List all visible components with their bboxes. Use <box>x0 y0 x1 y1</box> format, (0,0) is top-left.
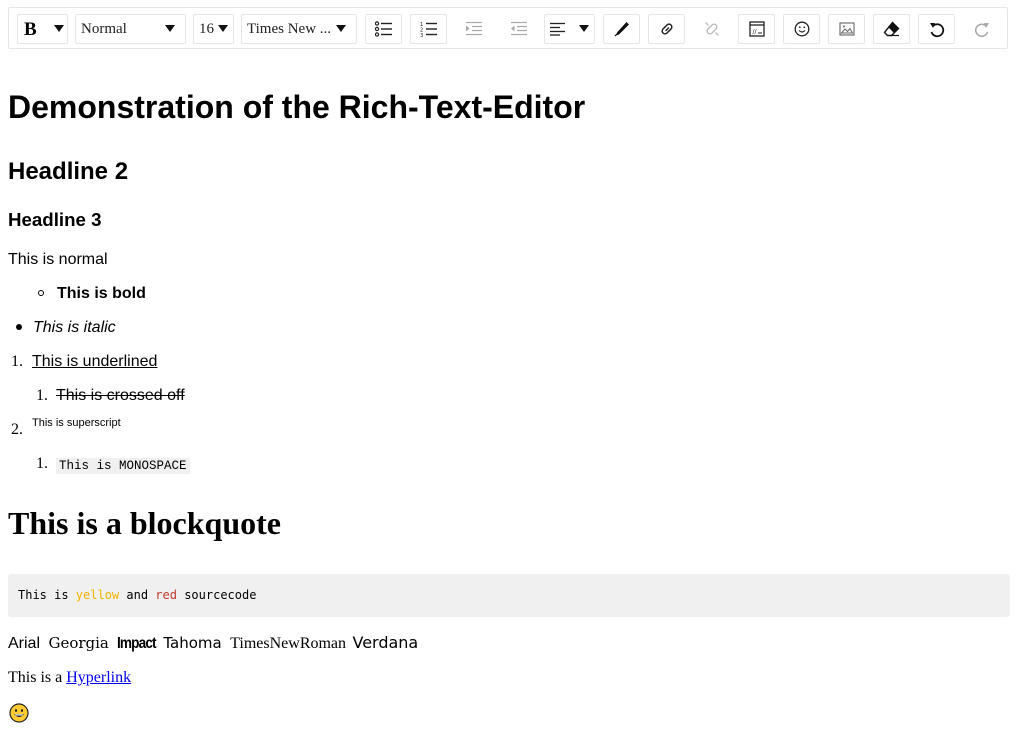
hyperlink[interactable]: Hyperlink <box>66 669 131 686</box>
normal-paragraph: This is normal <box>8 251 108 268</box>
redo-button[interactable] <box>963 14 1000 44</box>
code-text: sourcecode <box>176 588 257 602</box>
bold-icon: B <box>24 19 37 40</box>
heading-3: Headline 3 <box>8 209 102 230</box>
format-value: Normal <box>81 21 127 37</box>
font-sample-impact: Impact <box>117 635 157 652</box>
disc-bullet-icon <box>16 324 22 330</box>
outdent-icon <box>510 21 527 36</box>
svg-text://: // <box>752 29 757 36</box>
font-sample-verdana: Verdana <box>352 633 419 652</box>
align-left-icon <box>550 22 565 36</box>
code-block-button[interactable]: // <box>738 14 775 44</box>
font-sample-arial: Arial <box>8 635 41 652</box>
bold-list-item: This is bold <box>57 285 146 302</box>
chevron-down-icon <box>54 25 64 32</box>
font-sample-times: TimesNewRoman <box>230 635 347 652</box>
unlink-icon <box>704 22 719 36</box>
code-text: and <box>119 588 156 602</box>
font-size-dropdown[interactable]: 16 <box>193 14 234 44</box>
eraser-icon <box>883 21 900 37</box>
grinning-face-icon <box>9 703 29 723</box>
insert-image-button[interactable] <box>828 14 865 44</box>
font-size-value: 16 <box>199 21 214 37</box>
outdent-button[interactable] <box>500 14 537 44</box>
hyperlink-paragraph: This is a Hyperlink <box>8 669 131 687</box>
unordered-list-button[interactable] <box>365 14 402 44</box>
emoji-icon <box>794 21 809 37</box>
list-number: 1. <box>11 353 23 370</box>
font-family-dropdown[interactable]: Times New ... <box>241 14 357 44</box>
svg-text:3: 3 <box>420 33 423 37</box>
emoji-button[interactable] <box>783 14 820 44</box>
code-red-text: red <box>155 588 177 602</box>
indent-icon <box>465 21 482 36</box>
ordered-list-icon: 123 <box>420 22 437 37</box>
font-sample-georgia: Georgia <box>48 634 109 652</box>
heading-1: Demonstration of the Rich-Text-Editor <box>8 89 586 125</box>
crossed-list-item: This is crossed off <box>56 387 185 404</box>
pencil-icon <box>614 22 629 37</box>
ordered-list-button[interactable]: 123 <box>410 14 447 44</box>
monospace-text: This is MONOSPACE <box>56 458 190 474</box>
chevron-down-icon <box>165 25 175 32</box>
monospace-list-item: This is MONOSPACE <box>56 456 190 474</box>
chevron-down-icon <box>218 25 228 32</box>
insert-link-button[interactable] <box>648 14 685 44</box>
undo-button[interactable] <box>918 14 955 44</box>
code-yellow-text: yellow <box>75 588 120 602</box>
editor-toolbar: B Normal 16 Times New ... 123 // <box>8 7 1008 49</box>
blockquote: This is a blockquote <box>8 505 281 541</box>
link-icon <box>660 23 673 35</box>
chevron-down-icon <box>336 25 346 32</box>
code-text: This is <box>18 588 76 602</box>
list-number: 1. <box>36 455 48 472</box>
code-block: This is yellow and red sourcecode <box>8 574 1010 617</box>
redo-icon <box>974 22 989 37</box>
format-dropdown[interactable]: Normal <box>75 14 186 44</box>
list-number: 1. <box>36 387 48 404</box>
heading-2: Headline 2 <box>8 158 129 185</box>
code-block-icon: // <box>748 21 765 37</box>
indent-button[interactable] <box>455 14 492 44</box>
remove-link-button[interactable] <box>693 14 730 44</box>
clear-format-button[interactable] <box>873 14 910 44</box>
font-sample-tahoma: Tahoma <box>163 634 222 652</box>
hyperlink-prefix: This is a <box>8 669 67 686</box>
underlined-list-item: This is underlined <box>32 353 158 370</box>
unordered-list-icon <box>374 21 392 37</box>
undo-icon <box>929 22 944 37</box>
align-dropdown[interactable] <box>544 14 595 44</box>
text-color-button[interactable] <box>603 14 640 44</box>
list-number: 2. <box>11 421 23 438</box>
chevron-down-icon <box>579 25 589 32</box>
circle-bullet-icon <box>38 290 44 296</box>
image-icon <box>838 22 855 36</box>
font-samples: Arial Georgia Impact Tahoma TimesNewRoma… <box>8 633 422 653</box>
superscript-list-item: This is superscript <box>32 417 121 429</box>
bold-dropdown[interactable]: B <box>17 14 68 44</box>
font-family-value: Times New ... <box>247 21 332 37</box>
italic-list-item: This is italic <box>33 319 116 336</box>
